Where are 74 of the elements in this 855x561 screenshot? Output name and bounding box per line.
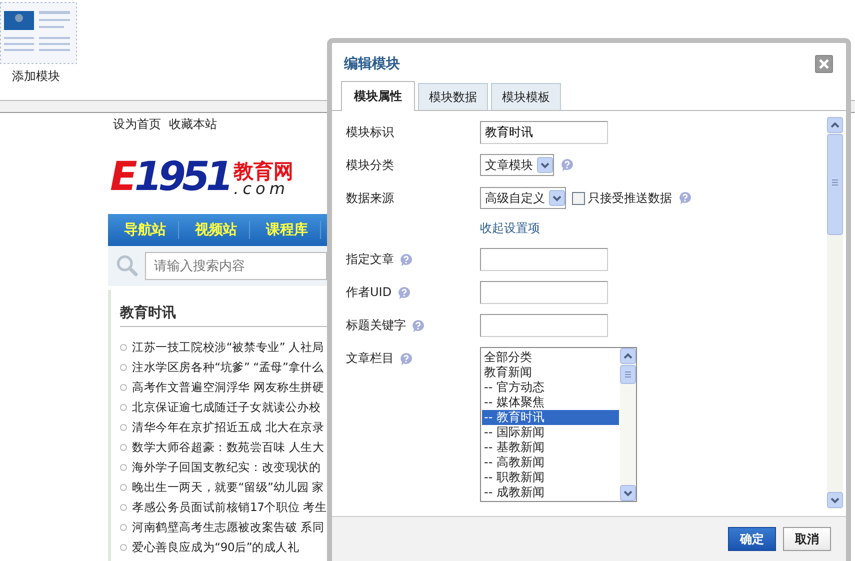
dropdown[interactable]: 文章模块 — [480, 154, 554, 176]
bullet-icon — [120, 464, 127, 470]
list-option[interactable]: -- 媒体聚焦 — [482, 395, 619, 410]
cancel-button[interactable]: 取消 — [783, 527, 831, 551]
checkbox-label: 只接受推送数据 — [588, 190, 672, 206]
scrollbar[interactable] — [827, 117, 843, 509]
help-icon[interactable] — [560, 158, 574, 172]
text-field[interactable] — [480, 314, 608, 337]
nav-link[interactable]: 课程库 — [250, 221, 321, 239]
list-option[interactable]: -- 职教新闻 — [482, 470, 619, 485]
confirm-button[interactable]: 确定 — [728, 527, 776, 551]
news-link[interactable]: 数学大师谷超豪：数苑尝百味 人生大 — [132, 440, 324, 454]
close-button[interactable] — [815, 55, 833, 73]
help-icon[interactable] — [411, 318, 425, 332]
bullet-icon — [120, 404, 127, 410]
dialog-title: 编辑模块 — [344, 55, 400, 73]
list-option[interactable]: -- 国际新闻 — [482, 425, 619, 440]
tab[interactable]: 模块模板 — [491, 83, 561, 110]
bullet-icon — [120, 504, 127, 510]
bullet-icon — [120, 484, 127, 490]
bullet-icon — [120, 544, 127, 550]
bullet-icon — [120, 444, 127, 450]
field-label: 作者UID — [346, 284, 392, 301]
bullet-icon — [120, 364, 127, 370]
collapse-link[interactable]: 收起设置项 — [480, 220, 540, 237]
text-field[interactable] — [480, 281, 608, 304]
field-label: 文章栏目 — [346, 350, 394, 367]
news-link[interactable]: 清华今年在京扩招近五成 北大在京录 — [132, 420, 324, 434]
bullet-icon — [120, 384, 127, 390]
module-label: 添加模块 — [12, 68, 60, 85]
field-label: 模块标识 — [346, 124, 394, 141]
dropdown[interactable]: 高级自定义 — [480, 187, 566, 209]
field-label: 数据来源 — [346, 190, 394, 207]
tab[interactable]: 模块数据 — [418, 83, 488, 110]
bullet-icon — [120, 344, 127, 350]
nav-link[interactable]: 导航站 — [108, 221, 179, 239]
news-link[interactable]: 爱心善良应成为“90后”的成人礼 — [132, 540, 300, 554]
news-link[interactable]: 海外学子回国支教纪实：改变现状的 — [132, 460, 321, 474]
help-icon[interactable] — [678, 191, 692, 205]
help-icon[interactable] — [399, 352, 413, 366]
list-option[interactable]: 全部分类 — [482, 350, 619, 365]
news-link[interactable]: 注水学区房各种“坑爹” “孟母”拿什么 — [132, 360, 324, 374]
help-icon[interactable] — [399, 252, 413, 266]
list-option[interactable]: -- 官方动态 — [482, 380, 619, 395]
module-template-icon[interactable] — [0, 2, 77, 64]
list-option[interactable]: 教育新闻 — [482, 365, 619, 380]
close-icon — [819, 59, 829, 69]
field-label: 模块分类 — [346, 157, 394, 174]
list-box[interactable]: 全部分类 教育新闻 -- 官方动态 -- 媒体聚焦 -- 教育时讯 -- 国际新闻 -- 基教新闻 -- 高教新闻 -- 职教新闻 -- 成教新闻 — [480, 347, 637, 502]
field-label: 标题关键字 — [346, 317, 406, 334]
text-field[interactable]: 教育时讯 — [480, 121, 608, 144]
news-link[interactable]: 河南鹤壁高考生志愿被改案告破 系同 — [132, 520, 324, 534]
tab[interactable]: 模块属性 — [341, 81, 415, 111]
list-option[interactable]: -- 基教新闻 — [482, 440, 619, 455]
search-field[interactable]: 请输入搜索内容 — [145, 252, 327, 280]
top-link[interactable]: 收藏本站 — [169, 116, 217, 133]
bullet-icon — [120, 424, 127, 430]
news-link[interactable]: 晚出生一两天，就要“留级”幼儿园 家 — [132, 480, 324, 494]
list-option[interactable]: -- 教育时讯 — [482, 410, 619, 425]
help-icon[interactable] — [396, 286, 411, 300]
checkbox[interactable] — [572, 192, 585, 204]
top-link[interactable]: 设为首页 — [113, 116, 161, 133]
news-link[interactable]: 高考作文普遍空洞浮华 网友称生拼硬 — [132, 380, 324, 394]
search-icon[interactable] — [116, 253, 139, 279]
news-link[interactable]: 北京保证逾七成随迁子女就读公办校 — [132, 400, 321, 414]
news-link[interactable]: 孝感公务员面试前核销17个职位 考生 — [132, 500, 327, 514]
list-option[interactable]: -- 高教新闻 — [482, 455, 619, 470]
bullet-icon — [120, 524, 127, 530]
field-label: 指定文章 — [346, 251, 394, 268]
nav-link[interactable]: 视频站 — [179, 221, 250, 239]
scrollbar[interactable] — [620, 348, 636, 501]
news-link[interactable]: 江苏一技工院校涉“被禁专业” 人社局 — [132, 340, 324, 354]
list-option[interactable]: -- 成教新闻 — [482, 485, 619, 500]
text-field[interactable] — [480, 248, 608, 271]
